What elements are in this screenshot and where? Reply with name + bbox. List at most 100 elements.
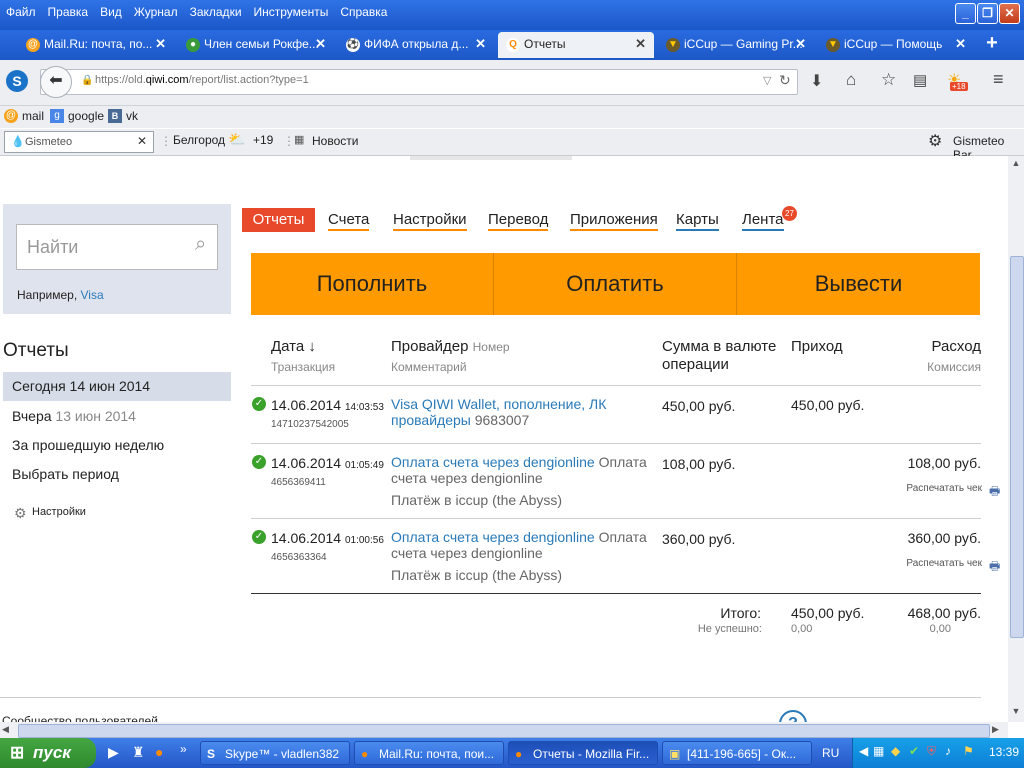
gismeteo-search-input[interactable]: 💧 Gismeteo ✕: [4, 131, 154, 153]
nav-feed[interactable]: Лента: [742, 211, 784, 231]
horizontal-scroll-thumb[interactable]: [18, 724, 990, 738]
nav-settings[interactable]: Настройки: [393, 211, 467, 231]
menu-tools[interactable]: Инструменты: [248, 0, 335, 22]
tab-reports[interactable]: Q Отчеты ✕: [498, 32, 654, 58]
success-check-icon: ✓: [252, 455, 266, 469]
task-skype[interactable]: S Skype™ - vladlen382: [200, 741, 350, 765]
total-label: Итого:: [720, 605, 761, 621]
close-tab-icon[interactable]: ✕: [315, 32, 326, 56]
url-bar[interactable]: 🔒 https://old.qiwi.com/report/list.actio…: [40, 69, 798, 95]
close-tab-icon[interactable]: ✕: [155, 32, 166, 56]
row2-provider-link[interactable]: Оплата счета через dengionline: [391, 454, 595, 470]
sidebar-settings-link[interactable]: Настройки: [32, 506, 86, 518]
tray-expand-icon[interactable]: ◀: [859, 744, 868, 758]
nav-transfer[interactable]: Перевод: [488, 211, 549, 231]
scroll-up-icon[interactable]: ▲: [1010, 158, 1022, 170]
media-player-icon[interactable]: ▶: [108, 744, 119, 761]
menu-hamburger-icon[interactable]: ≡: [993, 69, 1004, 90]
sidebar-item-period[interactable]: Выбрать период: [12, 466, 119, 482]
reload-icon[interactable]: ↻: [779, 72, 791, 89]
close-tab-icon[interactable]: ✕: [475, 32, 486, 56]
dropdown-arrow-icon[interactable]: ▽: [763, 74, 771, 87]
nav-apps[interactable]: Приложения: [570, 211, 658, 231]
vk-icon: B: [108, 109, 122, 123]
example-link[interactable]: Visa: [81, 288, 104, 302]
gismeteo-news[interactable]: Новости: [312, 134, 358, 148]
printer-icon[interactable]: 🖶: [989, 557, 1000, 578]
menu-edit[interactable]: Правка: [42, 0, 95, 22]
pay-button[interactable]: Оплатить: [494, 253, 736, 315]
gismeteo-city[interactable]: Белгород: [173, 133, 225, 147]
vertical-scrollbar[interactable]: ▲ ▼: [1008, 156, 1024, 722]
vertical-scroll-thumb[interactable]: [1010, 256, 1024, 638]
tray-misc-icon[interactable]: ⚑: [963, 744, 974, 758]
scroll-left-icon[interactable]: ◀: [2, 724, 14, 736]
tray-app-icon[interactable]: ◆: [891, 744, 900, 758]
bookmark-google[interactable]: g google: [50, 109, 104, 123]
quicklaunch-icon[interactable]: ♜: [132, 744, 145, 761]
tab-rockefeller[interactable]: ● Член семьи Рокфе... ✕: [178, 32, 334, 58]
tray-network-icon[interactable]: ▦: [873, 744, 884, 758]
new-tab-button[interactable]: +: [982, 33, 1002, 53]
language-indicator[interactable]: RU: [822, 746, 839, 760]
sidebar-item-week[interactable]: За прошедшую неделю: [12, 437, 164, 453]
task-teamviewer[interactable]: ▣ [411-196-665] - Ок...: [662, 741, 812, 765]
back-button[interactable]: ⬅: [40, 66, 72, 98]
close-window-button[interactable]: ✕: [999, 3, 1020, 24]
menu-history[interactable]: Журнал: [128, 0, 184, 22]
close-tab-icon[interactable]: ✕: [795, 32, 806, 56]
firefox-quicklaunch-icon[interactable]: ●: [155, 744, 163, 760]
nav-accounts[interactable]: Счета: [328, 211, 370, 231]
button-divider: [493, 253, 494, 315]
reports-title: Отчеты: [3, 340, 69, 361]
clock[interactable]: 13:39: [989, 745, 1019, 759]
tray-shield-icon[interactable]: ⛨: [927, 744, 936, 759]
tray-volume-icon[interactable]: ♪: [945, 744, 951, 758]
header-date[interactable]: Дата ↓: [271, 338, 316, 355]
row3-print-receipt[interactable]: Распечатать чек: [882, 558, 982, 569]
tab-mailru[interactable]: @ Mail.Ru: почта, по... ✕: [18, 32, 174, 58]
home-icon[interactable]: ⌂: [846, 70, 856, 90]
close-tab-icon[interactable]: ✕: [635, 32, 646, 56]
menu-help[interactable]: Справка: [334, 0, 393, 22]
minimize-button[interactable]: _: [955, 3, 976, 24]
help-icon[interactable]: ?: [779, 710, 807, 722]
nav-reports-active[interactable]: Отчеты: [242, 208, 315, 232]
bookmark-star-icon[interactable]: ☆: [881, 70, 896, 90]
sidebar-item-yesterday[interactable]: Вчера 13 июн 2014: [12, 408, 136, 424]
tray-check-icon[interactable]: ✔: [909, 744, 919, 758]
tab-iccup-gaming[interactable]: ▼ iCCup — Gaming Pr... ✕: [658, 32, 814, 58]
clear-icon[interactable]: ✕: [137, 134, 147, 148]
menu-file[interactable]: Файл: [0, 0, 42, 22]
sidebar-item-today[interactable]: Сегодня 14 июн 2014: [3, 372, 231, 401]
start-button[interactable]: ⊞ пуск: [0, 738, 96, 768]
scroll-right-icon[interactable]: ▶: [992, 724, 1004, 736]
menu-bookmarks[interactable]: Закладки: [184, 0, 248, 22]
withdraw-button[interactable]: Вывести: [737, 253, 980, 315]
printer-icon[interactable]: 🖶: [989, 482, 1000, 503]
topup-button[interactable]: Пополнить: [251, 253, 493, 315]
menu-view[interactable]: Вид: [94, 0, 128, 22]
tab-fifa[interactable]: ⚽ ФИФА открыла д... ✕: [338, 32, 494, 58]
scroll-down-icon[interactable]: ▼: [1010, 706, 1022, 718]
task-mailru[interactable]: ● Mail.Ru: почта, пои...: [354, 741, 504, 765]
search-icon[interactable]: ⌕: [195, 233, 206, 256]
gear-icon[interactable]: ⚙: [928, 131, 942, 151]
task-reports-firefox[interactable]: ● Отчеты - Mozilla Fir...: [508, 741, 658, 765]
bookmark-vk[interactable]: B vk: [108, 109, 138, 123]
bookmarks-list-icon[interactable]: ▤: [913, 71, 927, 89]
nav-cards[interactable]: Карты: [676, 211, 719, 231]
horizontal-scrollbar[interactable]: ◀ ▶: [0, 722, 1008, 738]
more-quicklaunch-icon[interactable]: »: [180, 742, 187, 756]
site-search-input[interactable]: Найти ⌕: [16, 224, 218, 270]
footer-community-link[interactable]: Сообщество пользователей: [2, 714, 158, 722]
bookmark-mail[interactable]: @ mail: [4, 109, 44, 123]
row1-provider-link[interactable]: Visa QIWI Wallet, пополнение, ЛК провайд…: [391, 396, 631, 428]
row3-provider-link[interactable]: Оплата счета через dengionline: [391, 529, 595, 545]
tab-iccup-help[interactable]: ▼ iCCup — Помощь ✕: [818, 32, 974, 58]
maximize-button[interactable]: ❐: [977, 3, 998, 24]
skype-addon-icon[interactable]: S: [6, 70, 28, 92]
download-icon[interactable]: ⬇: [810, 71, 823, 91]
row2-print-receipt[interactable]: Распечатать чек: [882, 483, 982, 494]
close-tab-icon[interactable]: ✕: [955, 32, 966, 56]
